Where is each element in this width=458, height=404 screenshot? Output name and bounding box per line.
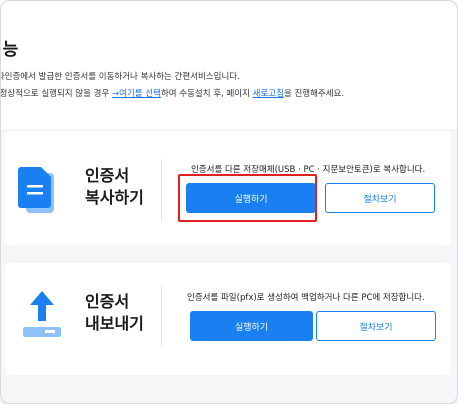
upload-tray-icon xyxy=(23,291,61,337)
copy-certificate-card: 인증서 복사하기 인증서를 다른 저장매체(USB · PC · 지문보안토큰)… xyxy=(5,131,451,245)
copy-card-title: 인증서 복사하기 xyxy=(85,165,144,209)
card-divider xyxy=(161,159,162,221)
export-card-description: 인증서를 파일(pfx)로 생성하여 백업하거나 다른 PC에 저장합니다. xyxy=(187,293,425,303)
page-notice: 이 정상적으로 실행되지 않을 경우 →여기를 선택하여 수동설치 후, 페이지… xyxy=(0,87,345,99)
window-frame: 기능 지자인증에서 발급한 인증서를 이동하거나 복사하는 간편서비스입니다. … xyxy=(0,0,458,404)
copy-run-button[interactable]: 실행하기 xyxy=(186,183,316,213)
card-divider xyxy=(161,285,162,347)
notice-text-prefix: 이 정상적으로 실행되지 않을 경우 xyxy=(0,89,112,99)
documents-copy-icon xyxy=(18,167,54,213)
manual-install-link[interactable]: →여기를 선택 xyxy=(112,89,161,99)
page-description: 지자인증에서 발급한 인증서를 이동하거나 복사하는 간편서비스입니다. xyxy=(0,72,240,82)
copy-card-title-line1: 인증서 xyxy=(85,166,130,185)
export-card-title-line2: 내보내기 xyxy=(85,314,144,333)
copy-card-description: 인증서를 다른 저장매체(USB · PC · 지문보안토큰)로 복사합니다. xyxy=(191,165,426,175)
notice-text-suffix: 을 진행해주세요. xyxy=(283,89,345,99)
copy-card-title-line2: 복사하기 xyxy=(85,188,144,207)
export-run-button[interactable]: 실행하기 xyxy=(190,311,313,341)
export-certificate-card: 인증서 내보내기 인증서를 파일(pfx)로 생성하여 백업하거나 다른 PC에… xyxy=(5,263,451,375)
bottom-band xyxy=(1,389,457,403)
notice-text-mid: 하여 수동설치 후, 페이지 xyxy=(160,89,253,99)
export-guide-button[interactable]: 절차보기 xyxy=(316,311,436,341)
page-title: 기능 xyxy=(1,40,19,60)
page-header: 기능 지자인증에서 발급한 인증서를 이동하거나 복사하는 간편서비스입니다. … xyxy=(0,1,457,129)
refresh-link[interactable]: 새로고침 xyxy=(253,89,284,99)
export-card-title: 인증서 내보내기 xyxy=(85,291,144,335)
copy-guide-button[interactable]: 절차보기 xyxy=(325,183,435,213)
export-card-title-line1: 인증서 xyxy=(85,292,130,311)
